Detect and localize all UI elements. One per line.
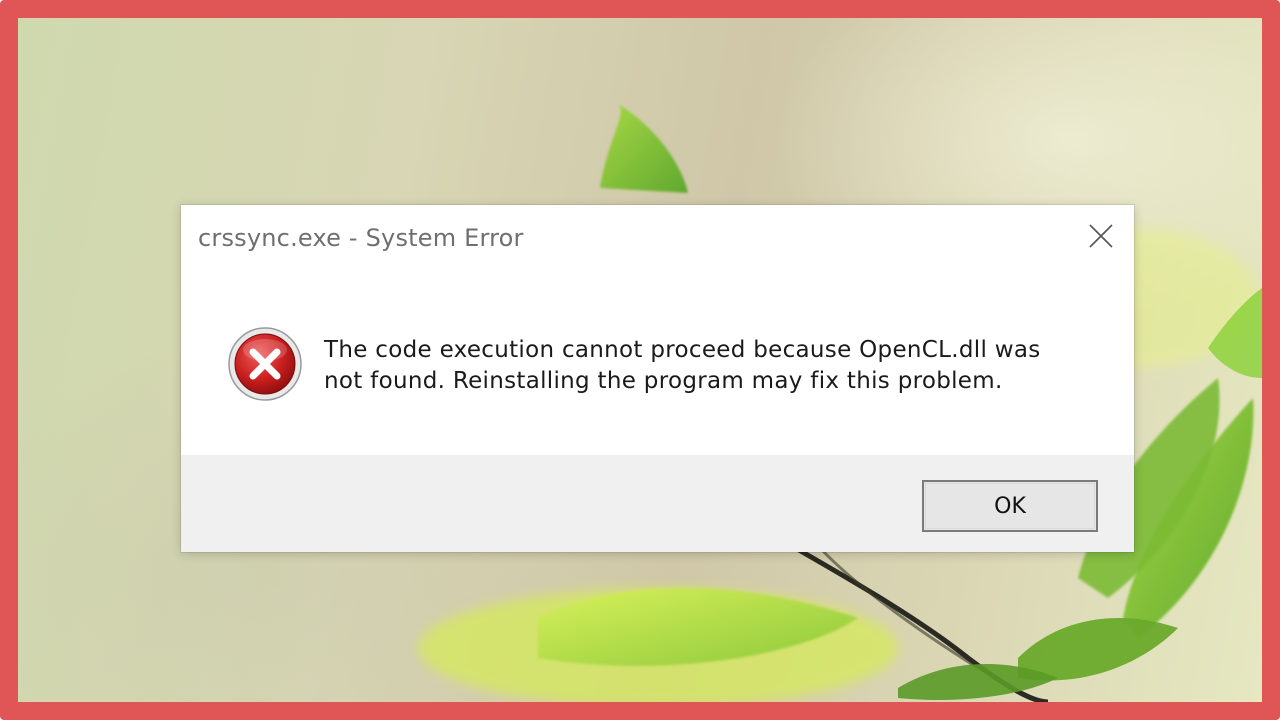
dialog-content: The code execution cannot proceed becaus… bbox=[181, 269, 1134, 455]
error-message: The code execution cannot proceed becaus… bbox=[324, 335, 1094, 397]
ok-button[interactable]: OK bbox=[922, 480, 1098, 532]
close-icon bbox=[1089, 224, 1113, 248]
error-message-line-2: not found. Reinstalling the program may … bbox=[324, 368, 1003, 394]
close-button[interactable] bbox=[1078, 215, 1124, 257]
error-message-line-1: The code execution cannot proceed becaus… bbox=[324, 337, 1041, 363]
system-error-dialog: crssync.exe - System Error The code exec… bbox=[181, 205, 1134, 552]
error-icon bbox=[228, 327, 302, 401]
screenshot-frame: crssync.exe - System Error The code exec… bbox=[0, 0, 1280, 720]
dialog-title: crssync.exe - System Error bbox=[198, 224, 524, 252]
dialog-footer: OK bbox=[181, 455, 1134, 552]
dialog-titlebar[interactable]: crssync.exe - System Error bbox=[181, 205, 1134, 269]
